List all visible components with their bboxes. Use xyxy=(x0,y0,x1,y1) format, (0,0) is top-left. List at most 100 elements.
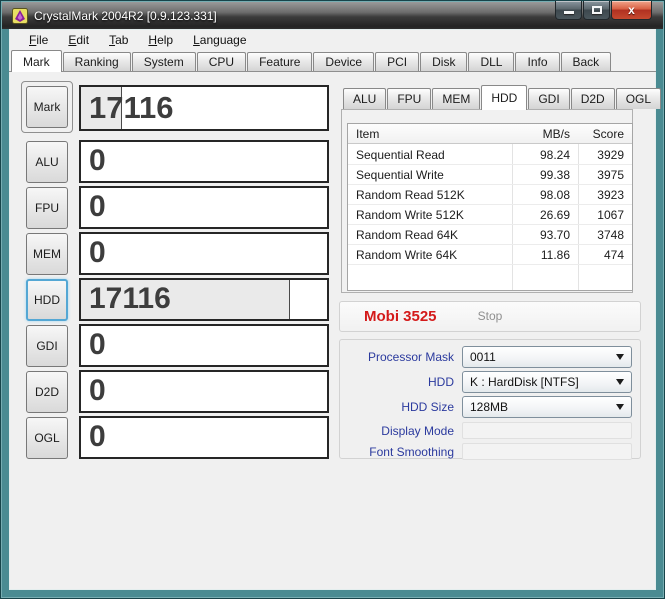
dropdown-arrow-icon xyxy=(616,404,624,410)
hdd-select[interactable]: K : HardDisk [NTFS] xyxy=(462,371,632,393)
menu-help[interactable]: Help xyxy=(138,31,183,50)
tab-system[interactable]: System xyxy=(131,52,196,71)
alu-score-value: 0 xyxy=(89,144,106,177)
window-body: File Edit Tab Help Language Mark Ranking… xyxy=(9,29,662,590)
results-tab-strip: ALU FPU MEM HDD GDI D2D OGL xyxy=(343,85,662,110)
stop-button[interactable]: Stop xyxy=(478,302,503,331)
processor-mask-select[interactable]: 0011 xyxy=(462,346,632,368)
hdd-size-value: 128MB xyxy=(470,400,509,414)
app-icon xyxy=(12,7,28,24)
alu-button[interactable]: ALU xyxy=(26,141,68,183)
table-row: Random Write 512K 26.69 1067 xyxy=(348,205,632,225)
results-tab-mem[interactable]: MEM xyxy=(432,88,481,109)
results-tab-gdi[interactable]: GDI xyxy=(528,88,570,109)
tab-device[interactable]: Device xyxy=(313,52,375,71)
hdd-button[interactable]: HDD xyxy=(26,279,68,321)
maximize-button[interactable] xyxy=(583,1,610,20)
mark-score-field: 17116 xyxy=(79,85,329,131)
cell-mbs: 98.08 xyxy=(539,188,570,202)
cell-item: Sequential Write xyxy=(356,168,444,182)
hdd-score-field: 17116 xyxy=(79,278,329,321)
cell-item: Random Write 64K xyxy=(356,248,458,262)
cell-mbs: 93.70 xyxy=(539,228,570,242)
results-tab-fpu[interactable]: FPU xyxy=(387,88,432,109)
tab-disk[interactable]: Disk xyxy=(420,52,468,71)
tab-info[interactable]: Info xyxy=(515,52,560,71)
results-table: Item MB/s Score Sequential Read 98.24 39… xyxy=(347,123,633,291)
cell-score: 3929 xyxy=(597,148,624,162)
tab-cpu[interactable]: CPU xyxy=(196,52,247,71)
menu-bar: File Edit Tab Help Language xyxy=(19,31,257,50)
tab-mark[interactable]: Mark xyxy=(11,50,62,72)
processor-mask-label: Processor Mask xyxy=(367,350,454,364)
ogl-score-field: 0 xyxy=(79,416,329,459)
hdd-label: HDD xyxy=(428,375,454,389)
hdd-size-label: HDD Size xyxy=(401,400,454,414)
header-score: Score xyxy=(592,127,624,141)
mark-button-frame: Mark xyxy=(21,81,73,133)
dropdown-arrow-icon xyxy=(616,379,624,385)
tab-ranking[interactable]: Ranking xyxy=(62,52,131,71)
tab-back[interactable]: Back xyxy=(560,52,612,71)
menu-tab[interactable]: Tab xyxy=(99,31,138,50)
menu-edit[interactable]: Edit xyxy=(58,31,99,50)
results-tab-alu[interactable]: ALU xyxy=(343,88,387,109)
main-tab-strip: Mark Ranking System CPU Feature Device P… xyxy=(11,50,612,72)
cell-score: 3923 xyxy=(597,188,624,202)
cell-item: Sequential Read xyxy=(356,148,445,162)
device-name-label: Mobi 3525 xyxy=(364,308,437,325)
minimize-icon xyxy=(564,11,574,14)
window-title: CrystalMark 2004R2 [0.9.123.331] xyxy=(34,8,217,23)
cell-score: 1067 xyxy=(597,208,624,222)
mem-score-value: 0 xyxy=(89,236,106,269)
maximize-icon xyxy=(592,6,602,14)
table-row: Random Read 512K 98.08 3923 xyxy=(348,185,632,205)
menu-file[interactable]: File xyxy=(19,31,58,50)
close-button[interactable]: x xyxy=(611,1,652,20)
cell-item: Random Read 64K xyxy=(356,228,459,242)
cell-score: 3975 xyxy=(597,168,624,182)
font-smoothing-label: Font Smoothing xyxy=(369,445,454,459)
hdd-size-select[interactable]: 128MB xyxy=(462,396,632,418)
cell-item: Random Read 512K xyxy=(356,188,465,202)
cell-mbs: 99.38 xyxy=(539,168,570,182)
cell-score: 474 xyxy=(603,248,624,262)
results-tab-d2d[interactable]: D2D xyxy=(570,88,615,109)
tab-dll[interactable]: DLL xyxy=(468,52,515,71)
mem-button[interactable]: MEM xyxy=(26,233,68,275)
run-status-box: Mobi 3525 Stop xyxy=(339,301,641,332)
font-smoothing-field xyxy=(462,443,632,460)
results-tab-hdd[interactable]: HDD xyxy=(481,85,528,110)
gdi-score-field: 0 xyxy=(79,324,329,367)
gdi-button[interactable]: GDI xyxy=(26,325,68,367)
cell-mbs: 26.69 xyxy=(539,208,570,222)
mem-score-field: 0 xyxy=(79,232,329,275)
table-header: Item MB/s Score xyxy=(348,124,632,144)
results-tab-ogl[interactable]: OGL xyxy=(615,88,662,109)
minimize-button[interactable] xyxy=(555,1,582,20)
d2d-score-field: 0 xyxy=(79,370,329,413)
hdd-score-value: 17116 xyxy=(89,282,171,315)
header-mbs: MB/s xyxy=(542,127,570,141)
settings-group: Processor Mask 0011 HDD K : HardDisk [NT… xyxy=(339,339,641,460)
fpu-button[interactable]: FPU xyxy=(26,187,68,229)
table-row: Random Write 64K 11.86 474 xyxy=(348,245,632,265)
mark-button[interactable]: Mark xyxy=(26,86,68,128)
display-mode-field xyxy=(462,422,632,439)
processor-mask-value: 0011 xyxy=(470,350,496,364)
ogl-button[interactable]: OGL xyxy=(26,417,68,459)
table-row: Sequential Read 98.24 3929 xyxy=(348,145,632,165)
gdi-score-value: 0 xyxy=(89,328,106,361)
mark-score-value: 17116 xyxy=(89,90,174,125)
menu-language[interactable]: Language xyxy=(183,31,256,50)
app-window: CrystalMark 2004R2 [0.9.123.331] x File … xyxy=(0,0,665,599)
window-controls: x xyxy=(555,1,652,20)
d2d-button[interactable]: D2D xyxy=(26,371,68,413)
ogl-score-value: 0 xyxy=(89,420,106,453)
dropdown-arrow-icon xyxy=(616,354,624,360)
cell-score: 3748 xyxy=(597,228,624,242)
alu-score-field: 0 xyxy=(79,140,329,183)
tab-pci[interactable]: PCI xyxy=(375,52,420,71)
display-mode-label: Display Mode xyxy=(381,424,454,438)
tab-feature[interactable]: Feature xyxy=(247,52,313,71)
